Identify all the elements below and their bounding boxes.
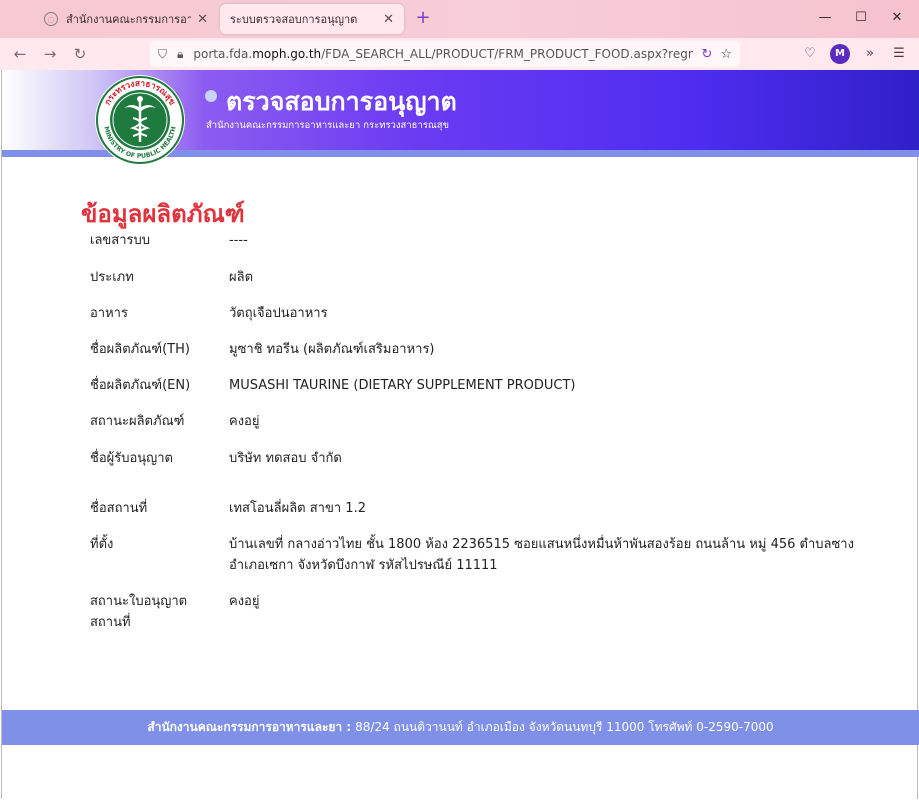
minimize-button[interactable]: — — [810, 6, 840, 30]
menu-icon[interactable]: ☰ — [889, 44, 909, 64]
detail-value: วัตถุเจือปนอาหาร — [229, 306, 328, 321]
detail-label: อาหาร — [90, 306, 128, 321]
detail-label: ที่ตั้ง — [90, 537, 114, 552]
new-tab-button[interactable]: + — [412, 8, 434, 30]
globe-icon: ◌ — [44, 12, 58, 26]
detail-value: MUSASHI TAURINE (DIETARY SUPPLEMENT PROD… — [229, 378, 576, 393]
url-prefix: porta.fda. — [193, 47, 253, 61]
detail-label: ประเภท — [90, 270, 134, 285]
footer-address: 88/24 ถนนติวานนท์ อำเภอเมือง จังหวัดนนทบ… — [355, 720, 774, 734]
title-bullet-icon — [205, 90, 217, 102]
detail-label: เลขสารบบ — [90, 233, 151, 248]
detail-value: ---- — [229, 233, 248, 248]
close-tab-icon[interactable]: ✕ — [197, 12, 208, 27]
page-content: กระทรวงสาธารณสุข MINISTRY OF PUBLIC HEAL… — [1, 70, 919, 799]
footer-org: สำนักงานคณะกรรมการอาหารและยา : — [147, 720, 352, 734]
shield-icon[interactable]: ⛉ — [158, 47, 167, 62]
reload-button[interactable]: ↻ — [68, 42, 92, 66]
maximize-button[interactable]: ☐ — [846, 6, 876, 30]
extensions-overflow-icon[interactable]: » — [860, 44, 880, 64]
detail-value: คงอยู่ — [229, 414, 260, 429]
detail-label: ชื่อผู้รับอนุญาต — [90, 451, 173, 466]
detail-label: สถานะผลิตภัณฑ์ — [90, 414, 185, 429]
detail-label: ชื่อผลิตภัณฑ์(EN) — [90, 378, 191, 393]
detail-value: ผลิต — [229, 270, 254, 285]
pocket-icon[interactable]: ♡ — [800, 44, 820, 64]
bookmark-star-icon[interactable]: ☆ — [720, 47, 732, 62]
detail-value: เทสโอนลี่ผลิต สาขา 1.2 — [229, 501, 366, 516]
forward-button[interactable]: → — [38, 42, 62, 66]
lock-icon[interactable]: 🔒︎ — [177, 47, 183, 62]
profile-avatar[interactable]: M — [830, 44, 850, 64]
site-title: ตรวจสอบการอนุญาต — [226, 87, 457, 116]
url-path: /FDA_SEARCH_ALL/PRODUCT/FRM_PRODUCT_FOOD… — [321, 47, 694, 61]
tab-label: ระบบตรวจสอบการอนุญาต — [230, 13, 358, 26]
site-footer: สำนักงานคณะกรรมการอาหารและยา : 88/24 ถนน… — [2, 710, 919, 745]
tab-fda-home[interactable]: ◌ สำนักงานคณะกรรมการอาหารและยา ✕ — [34, 4, 218, 34]
detail-value: คงอยู่ — [229, 594, 260, 609]
ministry-seal-logo: กระทรวงสาธารณสุข MINISTRY OF PUBLIC HEAL… — [95, 75, 185, 165]
back-button[interactable]: ← — [8, 42, 32, 66]
address-bar[interactable]: ⛉ 🔒︎ porta.fda.moph.go.th/FDA_SEARCH_ALL… — [150, 41, 740, 67]
detail-value: บริษัท ทดสอบ จำกัด — [229, 451, 342, 466]
site-subtitle: สำนักงานคณะกรรมการอาหารและยา กระทรวงสาธา… — [206, 120, 450, 131]
translate-icon[interactable]: ↻ — [701, 47, 712, 62]
detail-label: สถานะใบอนุญาต สถานที่ — [90, 594, 188, 630]
tab-permit-check[interactable]: ระบบตรวจสอบการอนุญาต ✕ — [220, 4, 404, 34]
page-heading: ข้อมูลผลิตภัณฑ์ — [81, 200, 245, 228]
url-domain: moph.go.th — [252, 47, 322, 61]
tab-label: สำนักงานคณะกรรมการอาหารและยา — [66, 13, 192, 26]
url-text[interactable]: porta.fda.moph.go.th/FDA_SEARCH_ALL/PROD… — [193, 47, 693, 61]
detail-label: ชื่อสถานที่ — [90, 501, 148, 516]
close-window-button[interactable]: ✕ — [882, 6, 912, 30]
close-tab-icon[interactable]: ✕ — [383, 12, 394, 27]
detail-value: มูซาชิ ทอรีน (ผลิตภัณฑ์เสริมอาหาร) — [229, 342, 435, 357]
browser-navbar: ← → ↻ ⛉ 🔒︎ porta.fda.moph.go.th/FDA_SEAR… — [0, 38, 919, 70]
detail-value: บ้านเลขที่ กลางอ่าวไทย ชั้น 1800 ห้อง 22… — [229, 537, 854, 573]
browser-titlebar: ◌ สำนักงานคณะกรรมการอาหารและยา ✕ ระบบตรว… — [0, 0, 919, 38]
detail-label: ชื่อผลิตภัณฑ์(TH) — [90, 342, 190, 357]
